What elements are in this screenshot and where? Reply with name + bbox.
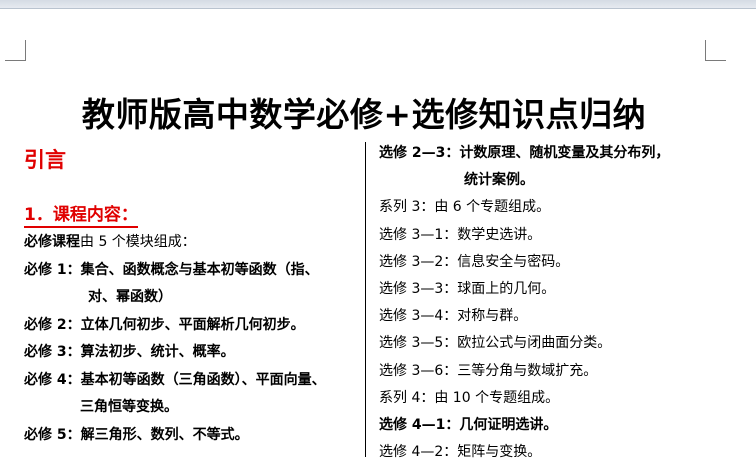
intro-heading: 引言: [24, 148, 66, 172]
elective-3-1: 选修 3—1：数学史选讲。: [379, 226, 542, 243]
elective-3-6: 选修 3—6：三等分角与数域扩充。: [379, 362, 598, 379]
left-column: 引言 1．课程内容： 必修课程由 5 个模块组成： 必修 1：集合、函数概念与基…: [24, 140, 359, 449]
item-text: 集合、函数概念与基本初等函数（指、: [80, 261, 319, 278]
elective-3-5: 选修 3—5：欧拉公式与闭曲面分类。: [379, 335, 612, 352]
elective-4-1: 选修 4—1：几何证明选讲。: [379, 417, 558, 434]
series-3-heading: 系列 3：由 6 个专题组成。: [379, 199, 551, 216]
column-divider: [365, 142, 366, 457]
item-label: 必修 4：: [24, 371, 81, 388]
list-item: 必修 2：立体几何初步、平面解析几何初步。: [24, 312, 359, 340]
elective-3-3: 选修 3—3：球面上的几何。: [379, 281, 556, 298]
right-column: 选修 2—3：计数原理、随机变量及其分布列， 统计案例。 系列 3：由 6 个专…: [379, 140, 739, 466]
list-item-continuation: 对、幂函数）: [88, 289, 172, 305]
item-text: 立体几何初步、平面解析几何初步。: [80, 316, 305, 333]
item-text: 解三角形、数列、不等式。: [80, 426, 249, 443]
item-text: 算法初步、统计、概率。: [80, 344, 235, 360]
elective-3-2: 选修 3—2：信息安全与密码。: [379, 253, 570, 270]
elective-2-3-continuation: 统计案例。: [464, 172, 534, 189]
elective-3-4: 选修 3—4：对称与群。: [379, 308, 528, 325]
series-4-heading: 系列 4：由 10 个专题组成。: [379, 389, 560, 406]
list-item: 必修 1：集合、函数概念与基本初等函数（指、: [24, 257, 359, 285]
lead-bold: 必修课程: [24, 234, 80, 250]
item-label: 必修 5：: [24, 426, 81, 443]
document-title: 教师版高中数学必修+选修知识点归纳: [81, 95, 647, 134]
item-text: 基本初等函数（三角函数）、平面向量、: [80, 371, 326, 388]
list-item: 必修 4：基本初等函数（三角函数）、平面向量、: [24, 367, 359, 395]
item-label: 必修 1：: [24, 261, 81, 278]
list-item-continuation: 三角恒等变换。: [80, 399, 178, 415]
window-top-band: [0, 0, 756, 9]
item-label: 必修 2：: [24, 316, 81, 333]
page-corner-mark-top-left: [5, 40, 26, 61]
elective-2-3: 选修 2—3：计数原理、随机变量及其分布列，: [379, 145, 670, 161]
item-label: 必修 3：: [24, 344, 81, 360]
section-heading-course-content: 1．课程内容：: [24, 204, 138, 228]
required-courses-lead: 必修课程由 5 个模块组成：: [24, 229, 359, 257]
list-item: 必修 5：解三角形、数列、不等式。: [24, 422, 359, 450]
page-corner-mark-top-right: [705, 40, 726, 61]
lead-rest: 由 5 个模块组成：: [80, 234, 196, 250]
list-item: 必修 3：算法初步、统计、概率。: [24, 339, 359, 367]
elective-4-2: 选修 4—2：矩阵与变换。: [379, 444, 542, 461]
